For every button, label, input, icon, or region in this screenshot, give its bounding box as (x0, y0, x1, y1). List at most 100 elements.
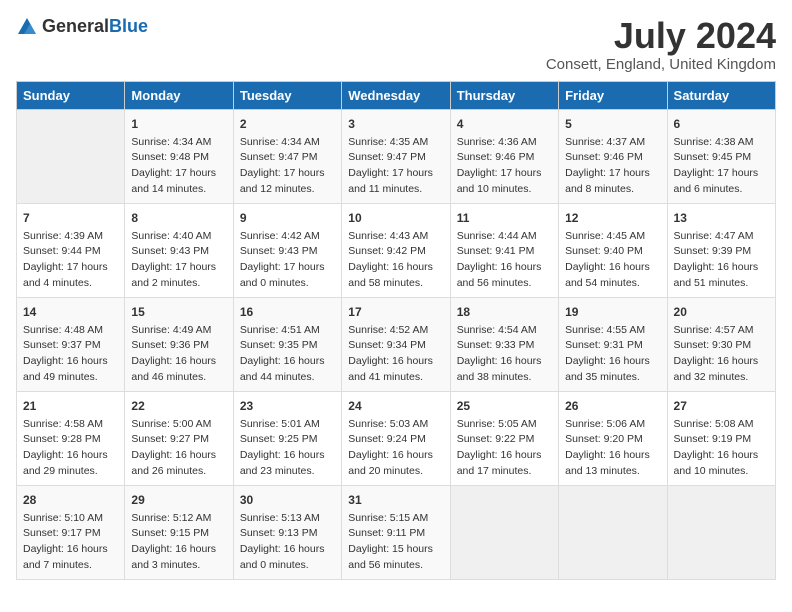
day-number: 28 (23, 491, 118, 509)
calendar-week-row: 21Sunrise: 4:58 AMSunset: 9:28 PMDayligh… (17, 391, 776, 485)
day-info-line: Sunset: 9:13 PM (240, 526, 335, 542)
day-info-line: Sunrise: 4:49 AM (131, 323, 226, 339)
day-number: 26 (565, 397, 660, 415)
day-number: 23 (240, 397, 335, 415)
day-info-line: and 14 minutes. (131, 182, 226, 198)
calendar-cell (559, 485, 667, 579)
day-info-line: and 10 minutes. (457, 182, 552, 198)
day-info-line: and 20 minutes. (348, 464, 443, 480)
day-info-line: Sunrise: 4:43 AM (348, 229, 443, 245)
logo: GeneralBlue (16, 16, 148, 38)
title-area: July 2024 Consett, England, United Kingd… (546, 16, 776, 73)
day-number: 18 (457, 303, 552, 321)
day-info-line: Sunrise: 4:44 AM (457, 229, 552, 245)
day-info-line: and 58 minutes. (348, 276, 443, 292)
day-info-line: Daylight: 17 hours (240, 166, 335, 182)
calendar-cell: 2Sunrise: 4:34 AMSunset: 9:47 PMDaylight… (233, 109, 341, 203)
day-number: 8 (131, 209, 226, 227)
logo-icon (16, 16, 38, 38)
day-info-line: Daylight: 16 hours (674, 260, 769, 276)
calendar-cell: 31Sunrise: 5:15 AMSunset: 9:11 PMDayligh… (342, 485, 450, 579)
day-number: 20 (674, 303, 769, 321)
day-info-line: Sunset: 9:40 PM (565, 244, 660, 260)
day-info-line: Daylight: 17 hours (565, 166, 660, 182)
calendar-cell: 6Sunrise: 4:38 AMSunset: 9:45 PMDaylight… (667, 109, 775, 203)
day-info-line: Daylight: 17 hours (457, 166, 552, 182)
calendar-cell (17, 109, 125, 203)
day-info-line: Daylight: 16 hours (131, 542, 226, 558)
day-info-line: Sunset: 9:45 PM (674, 150, 769, 166)
day-info-line: Sunrise: 4:34 AM (131, 135, 226, 151)
day-number: 1 (131, 115, 226, 133)
col-monday: Monday (125, 81, 233, 109)
day-number: 2 (240, 115, 335, 133)
col-thursday: Thursday (450, 81, 558, 109)
day-info-line: Sunset: 9:31 PM (565, 338, 660, 354)
day-info-line: and 29 minutes. (23, 464, 118, 480)
day-info-line: and 0 minutes. (240, 558, 335, 574)
month-year-title: July 2024 (546, 16, 776, 56)
day-info-line: Daylight: 17 hours (240, 260, 335, 276)
calendar-cell: 9Sunrise: 4:42 AMSunset: 9:43 PMDaylight… (233, 203, 341, 297)
calendar-cell: 1Sunrise: 4:34 AMSunset: 9:48 PMDaylight… (125, 109, 233, 203)
calendar-cell: 20Sunrise: 4:57 AMSunset: 9:30 PMDayligh… (667, 297, 775, 391)
day-info-line: Sunset: 9:46 PM (565, 150, 660, 166)
day-info-line: and 0 minutes. (240, 276, 335, 292)
day-info-line: Sunset: 9:36 PM (131, 338, 226, 354)
day-number: 11 (457, 209, 552, 227)
calendar-week-row: 28Sunrise: 5:10 AMSunset: 9:17 PMDayligh… (17, 485, 776, 579)
calendar-cell: 18Sunrise: 4:54 AMSunset: 9:33 PMDayligh… (450, 297, 558, 391)
day-info-line: and 13 minutes. (565, 464, 660, 480)
header-row: Sunday Monday Tuesday Wednesday Thursday… (17, 81, 776, 109)
page-header: GeneralBlue July 2024 Consett, England, … (16, 16, 776, 73)
col-wednesday: Wednesday (342, 81, 450, 109)
day-info-line: Daylight: 16 hours (23, 542, 118, 558)
day-info-line: Daylight: 15 hours (348, 542, 443, 558)
day-info-line: and 51 minutes. (674, 276, 769, 292)
day-info-line: Sunset: 9:19 PM (674, 432, 769, 448)
day-info-line: Sunrise: 4:57 AM (674, 323, 769, 339)
calendar-cell: 13Sunrise: 4:47 AMSunset: 9:39 PMDayligh… (667, 203, 775, 297)
day-info-line: Sunset: 9:47 PM (348, 150, 443, 166)
calendar-cell: 29Sunrise: 5:12 AMSunset: 9:15 PMDayligh… (125, 485, 233, 579)
day-info-line: and 56 minutes. (348, 558, 443, 574)
location-subtitle: Consett, England, United Kingdom (546, 56, 776, 73)
day-number: 27 (674, 397, 769, 415)
calendar-cell: 3Sunrise: 4:35 AMSunset: 9:47 PMDaylight… (342, 109, 450, 203)
day-info-line: and 4 minutes. (23, 276, 118, 292)
day-info-line: Sunrise: 4:45 AM (565, 229, 660, 245)
day-info-line: Sunrise: 4:38 AM (674, 135, 769, 151)
day-info-line: Daylight: 16 hours (457, 354, 552, 370)
day-number: 25 (457, 397, 552, 415)
day-info-line: Daylight: 16 hours (131, 448, 226, 464)
day-info-line: and 11 minutes. (348, 182, 443, 198)
day-info-line: Sunrise: 4:54 AM (457, 323, 552, 339)
calendar-cell: 26Sunrise: 5:06 AMSunset: 9:20 PMDayligh… (559, 391, 667, 485)
day-info-line: Sunset: 9:35 PM (240, 338, 335, 354)
day-info-line: Daylight: 16 hours (240, 542, 335, 558)
calendar-cell: 16Sunrise: 4:51 AMSunset: 9:35 PMDayligh… (233, 297, 341, 391)
day-info-line: and 2 minutes. (131, 276, 226, 292)
day-info-line: Sunrise: 4:47 AM (674, 229, 769, 245)
day-info-line: Daylight: 17 hours (131, 260, 226, 276)
day-info-line: Daylight: 16 hours (240, 448, 335, 464)
day-info-line: Sunrise: 4:51 AM (240, 323, 335, 339)
day-info-line: Sunrise: 5:03 AM (348, 417, 443, 433)
day-number: 21 (23, 397, 118, 415)
day-info-line: Sunrise: 5:10 AM (23, 511, 118, 527)
day-info-line: Daylight: 17 hours (674, 166, 769, 182)
day-info-line: Sunrise: 4:55 AM (565, 323, 660, 339)
day-info-line: Daylight: 16 hours (23, 448, 118, 464)
day-info-line: Daylight: 16 hours (23, 354, 118, 370)
day-info-line: Daylight: 16 hours (348, 448, 443, 464)
day-info-line: Sunrise: 5:06 AM (565, 417, 660, 433)
day-info-line: Sunrise: 4:52 AM (348, 323, 443, 339)
calendar-cell: 11Sunrise: 4:44 AMSunset: 9:41 PMDayligh… (450, 203, 558, 297)
day-number: 14 (23, 303, 118, 321)
day-info-line: Sunrise: 5:15 AM (348, 511, 443, 527)
day-info-line: Sunset: 9:34 PM (348, 338, 443, 354)
day-info-line: Daylight: 16 hours (674, 354, 769, 370)
calendar-cell: 7Sunrise: 4:39 AMSunset: 9:44 PMDaylight… (17, 203, 125, 297)
day-number: 19 (565, 303, 660, 321)
calendar-week-row: 14Sunrise: 4:48 AMSunset: 9:37 PMDayligh… (17, 297, 776, 391)
